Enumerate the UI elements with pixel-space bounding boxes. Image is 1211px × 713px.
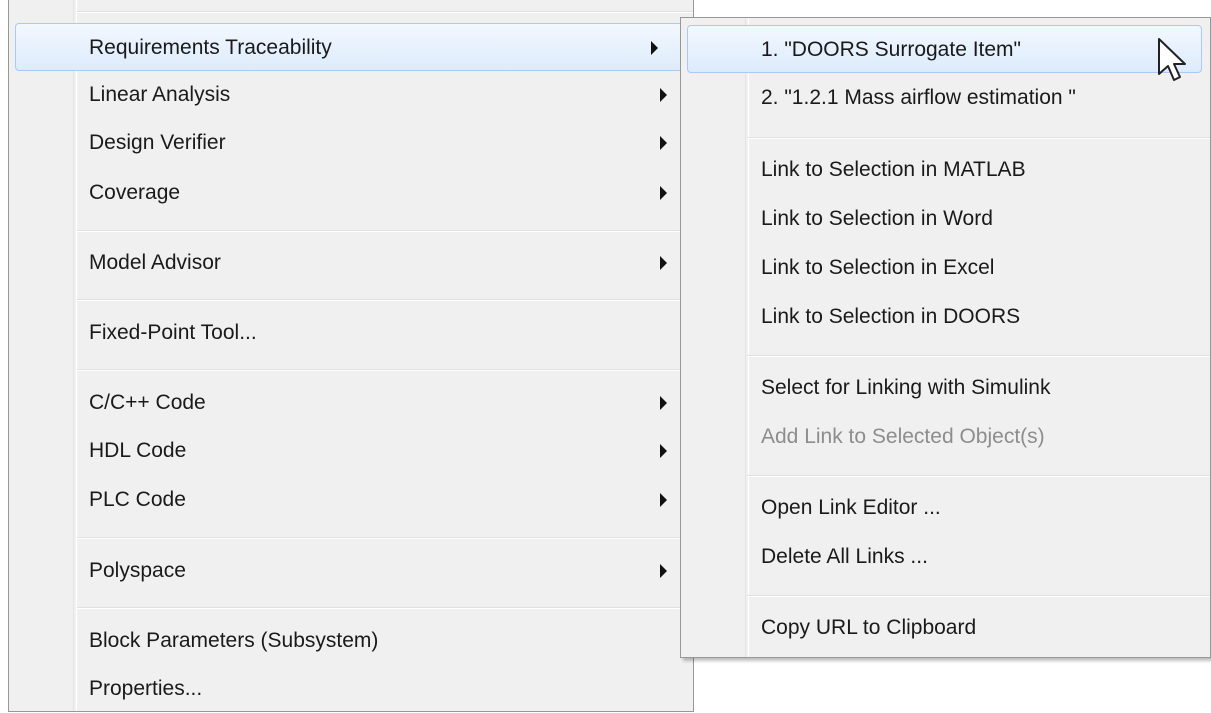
submenu-arrow-icon [660, 136, 667, 150]
submenu-item-select-for-linking[interactable]: Select for Linking with Simulink [681, 364, 1210, 412]
menu-separator [747, 595, 1210, 597]
submenu-item-copy-url[interactable]: Copy URL to Clipboard [681, 604, 1210, 652]
menu-item-label: Model Advisor [89, 251, 221, 274]
menu-item-label: Link to Selection in DOORS [761, 305, 1021, 328]
menu-separator [747, 475, 1210, 477]
submenu-item-link-word[interactable]: Link to Selection in Word [681, 195, 1210, 243]
menu-item-label: Fixed-Point Tool... [89, 321, 257, 344]
menu-item-label: Delete All Links ... [761, 545, 928, 568]
submenu-item-add-link-selected: Add Link to Selected Object(s) [681, 413, 1210, 461]
menu-item-label: C/C++ Code [89, 391, 206, 414]
menu-item-linear-analysis[interactable]: Linear Analysis [9, 71, 693, 119]
submenu-arrow-icon [660, 256, 667, 270]
submenu-item-open-link-editor[interactable]: Open Link Editor ... [681, 484, 1210, 532]
menu-item-label: Copy URL to Clipboard [761, 616, 977, 639]
mouse-pointer-icon [1158, 38, 1186, 81]
menu-item-label: Coverage [89, 181, 181, 204]
menu-item-label: Open Link Editor ... [761, 496, 941, 519]
menu-item-label: 1. "DOORS Surrogate Item" [761, 38, 1021, 61]
submenu-arrow-icon [660, 88, 667, 102]
menu-separator [747, 137, 1210, 139]
menu-item-label: Requirements Traceability [89, 36, 332, 59]
submenu-arrow-icon [660, 564, 667, 578]
menu-item-label: Properties... [89, 677, 203, 700]
menu-item-fixed-point-tool[interactable]: Fixed-Point Tool... [9, 309, 693, 357]
menu-item-design-verifier[interactable]: Design Verifier [9, 119, 693, 167]
menu-separator [77, 230, 693, 232]
menu-item-label: HDL Code [89, 439, 187, 462]
submenu-item-link-matlab[interactable]: Link to Selection in MATLAB [681, 146, 1210, 194]
menu-separator [77, 537, 693, 539]
menu-separator [77, 607, 693, 609]
submenu-item-link-excel[interactable]: Link to Selection in Excel [681, 244, 1210, 292]
submenu-arrow-icon [660, 444, 667, 458]
menu-item-label: Link to Selection in Excel [761, 256, 995, 279]
requirements-traceability-submenu: 1. "DOORS Surrogate Item" 2. "1.2.1 Mass… [680, 17, 1211, 658]
menu-separator [77, 369, 693, 371]
menu-item-polyspace[interactable]: Polyspace [9, 547, 693, 595]
context-menu: Requirements Traceability Linear Analysi… [8, 0, 694, 712]
menu-separator [747, 355, 1210, 357]
menu-item-label: Link to Selection in Word [761, 207, 993, 230]
menu-item-properties[interactable]: Properties... [9, 665, 693, 713]
menu-item-hdl-code[interactable]: HDL Code [9, 427, 693, 475]
menu-item-label: Select for Linking with Simulink [761, 376, 1051, 399]
menu-item-plc-code[interactable]: PLC Code [9, 476, 693, 524]
submenu-item-delete-all-links[interactable]: Delete All Links ... [681, 533, 1210, 581]
submenu-arrow-icon [660, 186, 667, 200]
submenu-item-mass-airflow-estimation[interactable]: 2. "1.2.1 Mass airflow estimation " [681, 74, 1210, 122]
menu-item-requirements-traceability[interactable]: Requirements Traceability [15, 23, 685, 71]
menu-separator [77, 11, 693, 13]
menu-item-label: Link to Selection in MATLAB [761, 158, 1026, 181]
menu-item-c-cpp-code[interactable]: C/C++ Code [9, 379, 693, 427]
menu-item-coverage[interactable]: Coverage [9, 169, 693, 217]
submenu-arrow-icon [660, 493, 667, 507]
submenu-arrow-icon [660, 396, 667, 410]
menu-separator [77, 299, 693, 301]
submenu-arrow-icon [651, 41, 658, 55]
menu-item-model-advisor[interactable]: Model Advisor [9, 239, 693, 287]
menu-item-label: 2. "1.2.1 Mass airflow estimation " [761, 86, 1076, 109]
submenu-item-doors-surrogate-item[interactable]: 1. "DOORS Surrogate Item" [687, 25, 1202, 73]
menu-item-label: Linear Analysis [89, 83, 231, 106]
submenu-item-link-doors[interactable]: Link to Selection in DOORS [681, 293, 1210, 341]
menu-item-label: Design Verifier [89, 131, 226, 154]
menu-item-label: Block Parameters (Subsystem) [89, 629, 379, 652]
menu-item-label: PLC Code [89, 488, 186, 511]
menu-item-label: Polyspace [89, 559, 186, 582]
menu-item-label: Add Link to Selected Object(s) [761, 425, 1045, 448]
menu-item-block-parameters[interactable]: Block Parameters (Subsystem) [9, 617, 693, 665]
